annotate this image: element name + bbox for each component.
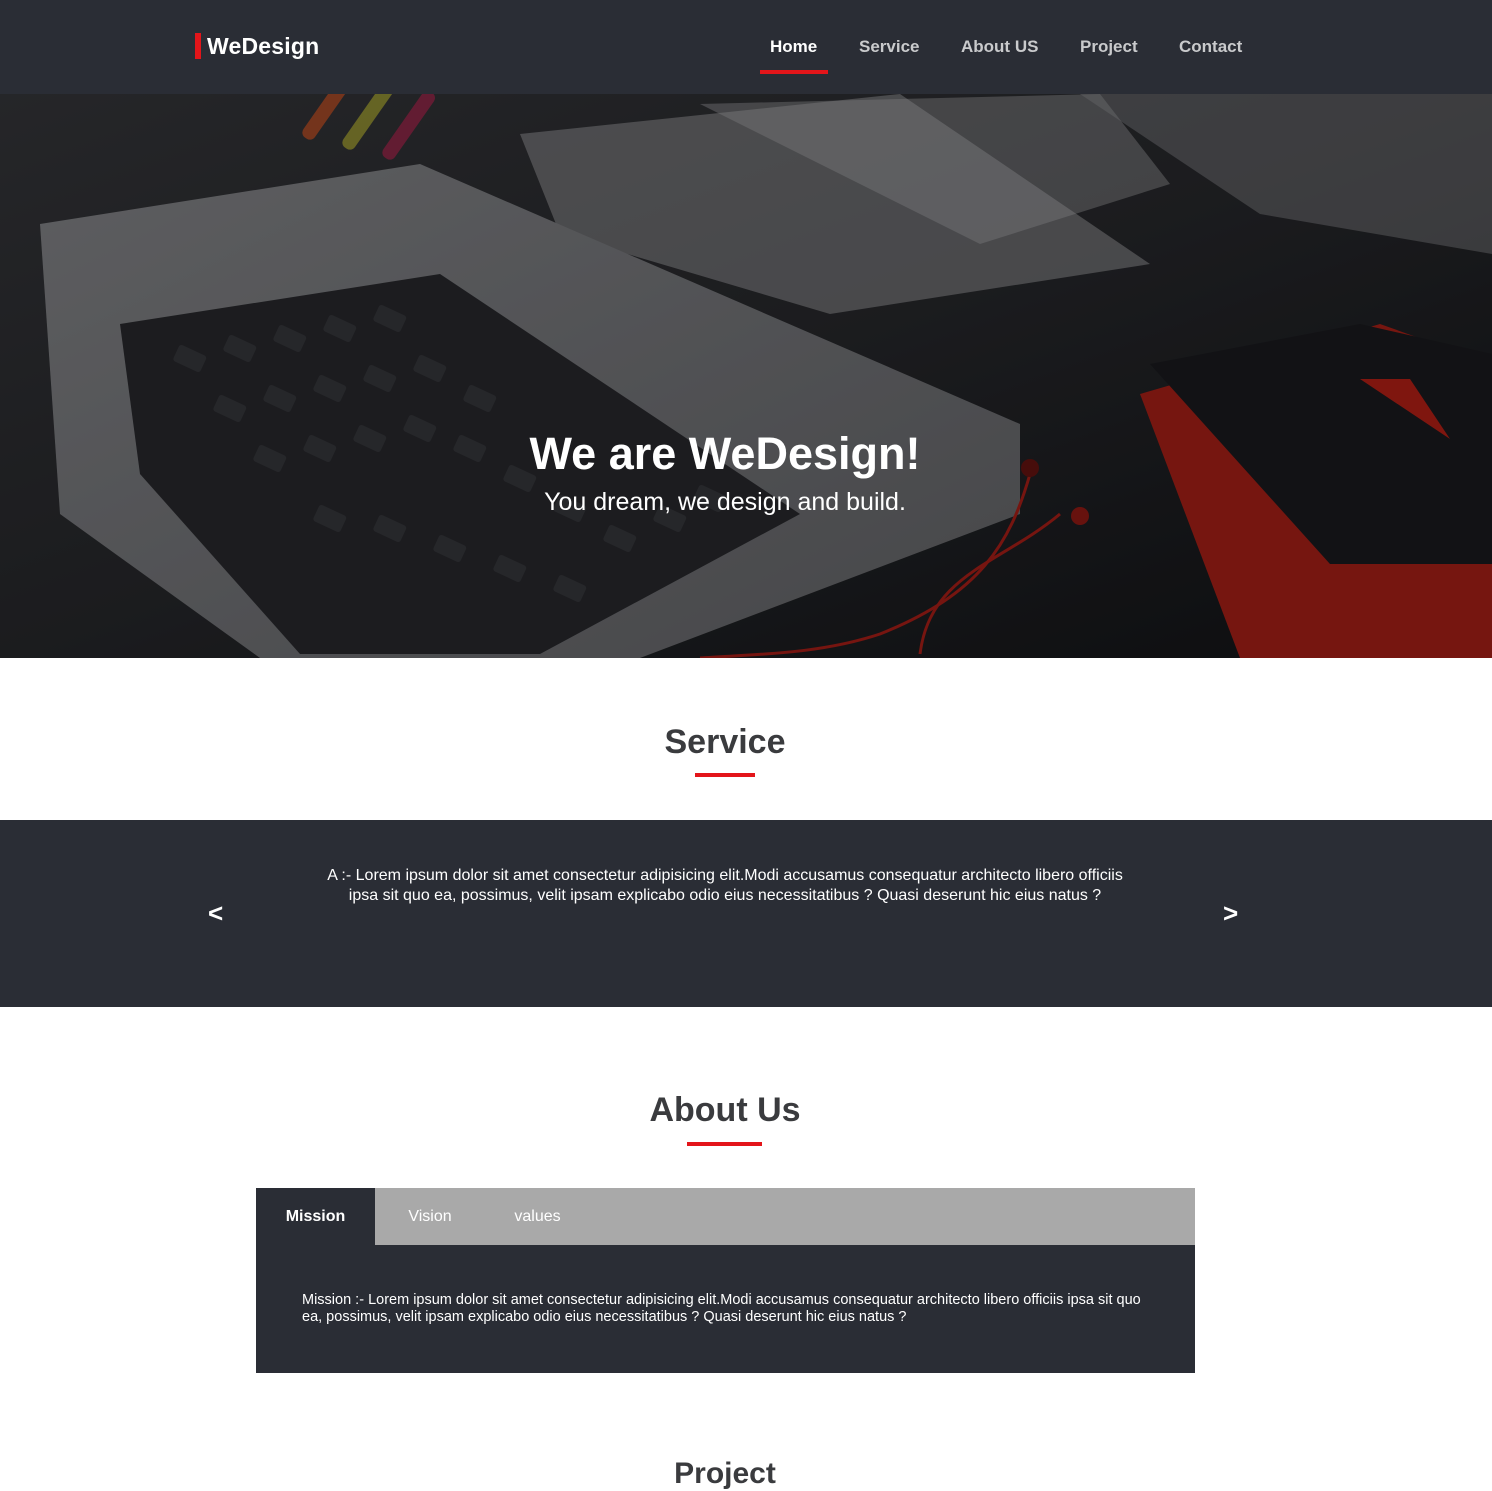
site-header: WeDesign Home Service About US Project C… — [0, 0, 1492, 94]
carousel-next-button[interactable]: > — [1223, 898, 1238, 929]
about-heading-underline — [687, 1142, 762, 1146]
about-tab-panel: Mission :- Lorem ipsum dolor sit amet co… — [256, 1245, 1195, 1373]
hero-banner: We are WeDesign! You dream, we design an… — [0, 94, 1492, 658]
nav-project[interactable]: Project — [1080, 37, 1138, 57]
nav-home[interactable]: Home — [770, 37, 817, 57]
hero-background-image — [0, 94, 1492, 658]
tab-mission[interactable]: Mission — [256, 1188, 375, 1245]
nav-service[interactable]: Service — [859, 37, 920, 57]
main-nav: Home Service About US Project Contact — [0, 0, 1492, 94]
service-heading: Service — [664, 723, 786, 761]
service-carousel: < A :- Lorem ipsum dolor sit amet consec… — [0, 820, 1492, 1007]
carousel-slide-text: A :- Lorem ipsum dolor sit amet consecte… — [327, 867, 1123, 904]
carousel-prev-button[interactable]: < — [208, 898, 223, 929]
about-tabs: Mission Vision values — [256, 1188, 1195, 1245]
nav-contact[interactable]: Contact — [1179, 37, 1242, 57]
project-heading: Project — [674, 1457, 776, 1490]
hero-title: We are WeDesign! — [529, 428, 921, 479]
about-heading: About Us — [649, 1091, 801, 1129]
nav-active-underline — [760, 70, 828, 74]
tab-panel-text: Mission :- Lorem ipsum dolor sit amet co… — [302, 1292, 1141, 1325]
tab-vision[interactable]: Vision — [375, 1188, 485, 1245]
service-heading-underline — [695, 773, 755, 777]
nav-about-us[interactable]: About US — [961, 37, 1038, 57]
tab-values[interactable]: values — [485, 1188, 590, 1245]
hero-subtitle: You dream, we design and build. — [544, 488, 906, 516]
